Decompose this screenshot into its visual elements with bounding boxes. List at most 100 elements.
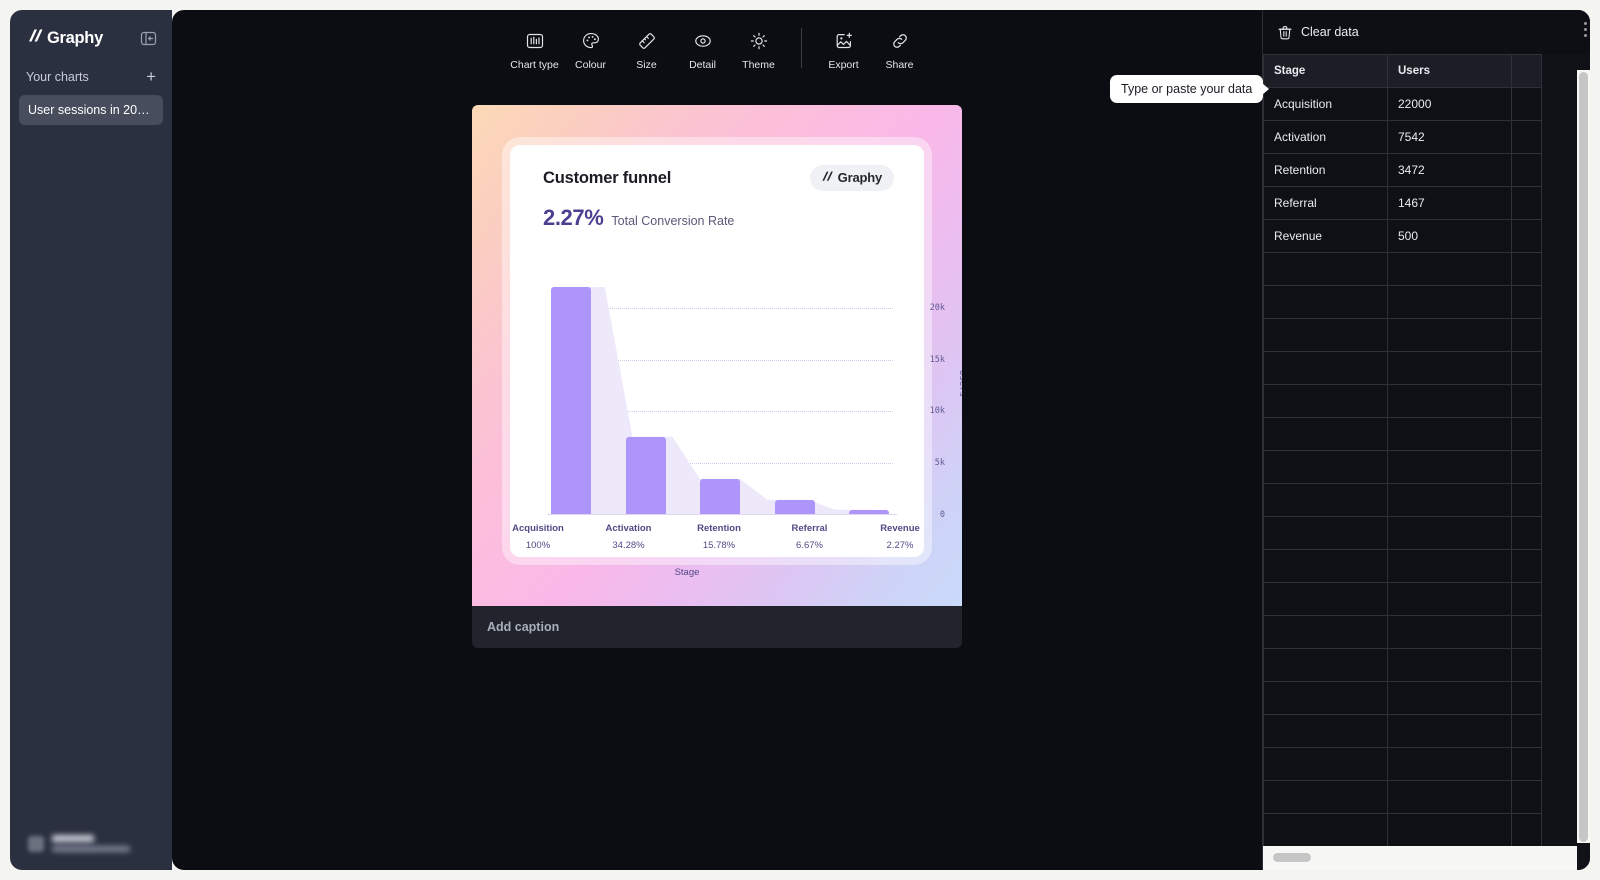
table-cell-empty[interactable] — [1387, 318, 1512, 352]
table-cell-empty[interactable] — [1387, 252, 1512, 286]
table-cell-empty[interactable] — [1511, 747, 1542, 781]
table-cell[interactable] — [1511, 219, 1542, 253]
table-cell-empty[interactable] — [1511, 351, 1542, 385]
table-cell-empty[interactable] — [1511, 681, 1542, 715]
table-cell-empty[interactable] — [1263, 417, 1388, 451]
table-cell-empty[interactable] — [1263, 648, 1388, 682]
table-cell-empty[interactable] — [1387, 747, 1512, 781]
caption-input[interactable]: Add caption — [472, 606, 962, 648]
toolbar-button-share[interactable]: Share — [872, 26, 928, 71]
clear-data-button[interactable]: Clear data — [1263, 10, 1590, 54]
table-cell[interactable]: Activation — [1263, 120, 1388, 154]
bar-slot — [551, 287, 591, 515]
table-cell-empty[interactable] — [1387, 516, 1512, 550]
table-cell-empty[interactable] — [1263, 681, 1388, 715]
toolbar-button-chart-type[interactable]: Chart type — [507, 26, 563, 71]
table-cell-empty[interactable] — [1511, 384, 1542, 418]
table-cell-empty[interactable] — [1511, 318, 1542, 352]
table-cell[interactable]: Referral — [1263, 186, 1388, 220]
table-cell[interactable]: 3472 — [1387, 153, 1512, 187]
table-cell-empty[interactable] — [1511, 450, 1542, 484]
table-cell[interactable]: 22000 — [1387, 87, 1512, 121]
toolbar-button-size[interactable]: Size — [619, 26, 675, 71]
horizontal-scrollbar[interactable] — [1263, 846, 1577, 870]
table-cell-empty[interactable] — [1511, 285, 1542, 319]
table-cell-empty[interactable] — [1387, 714, 1512, 748]
table-cell-empty[interactable] — [1263, 483, 1388, 517]
table-cell-empty[interactable] — [1387, 615, 1512, 649]
table-cell-empty[interactable] — [1511, 714, 1542, 748]
vertical-scrollbar[interactable] — [1577, 70, 1590, 843]
table-cell-empty[interactable] — [1263, 813, 1388, 847]
bar[interactable] — [700, 479, 740, 515]
table-cell-empty[interactable] — [1263, 252, 1388, 286]
toolbar-button-theme[interactable]: Theme — [731, 26, 787, 71]
panel-collapse-icon[interactable] — [138, 28, 158, 48]
table-column-header[interactable] — [1511, 54, 1542, 88]
toolbar-button-export[interactable]: Export — [816, 26, 872, 71]
toolbar-button-detail[interactable]: Detail — [675, 26, 731, 71]
table-cell-empty[interactable] — [1263, 351, 1388, 385]
table-cell-empty[interactable] — [1263, 450, 1388, 484]
bar[interactable] — [551, 287, 591, 515]
table-cell-empty[interactable] — [1387, 648, 1512, 682]
table-cell[interactable]: 500 — [1387, 219, 1512, 253]
y-axis-tick-label: 15k — [929, 354, 945, 365]
table-cell-empty[interactable] — [1263, 384, 1388, 418]
table-cell[interactable]: 1467 — [1387, 186, 1512, 220]
table-cell-empty[interactable] — [1387, 351, 1512, 385]
table-cell-empty[interactable] — [1387, 813, 1512, 847]
toolbar-button-colour[interactable]: Colour — [563, 26, 619, 71]
table-cell[interactable] — [1511, 120, 1542, 154]
table-cell-empty[interactable] — [1387, 285, 1512, 319]
table-cell[interactable]: 7542 — [1387, 120, 1512, 154]
table-cell-empty[interactable] — [1511, 648, 1542, 682]
table-cell-empty[interactable] — [1263, 516, 1388, 550]
table-cell-empty[interactable] — [1511, 582, 1542, 616]
table-column-header[interactable]: Stage — [1263, 54, 1388, 88]
table-cell-empty[interactable] — [1511, 516, 1542, 550]
table-cell-empty[interactable] — [1387, 582, 1512, 616]
table-cell-empty[interactable] — [1387, 681, 1512, 715]
table-cell-empty[interactable] — [1263, 747, 1388, 781]
table-cell-empty[interactable] — [1387, 780, 1512, 814]
user-profile[interactable] — [10, 821, 172, 870]
table-cell-empty[interactable] — [1263, 285, 1388, 319]
table-cell-empty[interactable] — [1263, 714, 1388, 748]
table-cell-empty[interactable] — [1511, 780, 1542, 814]
table-cell[interactable]: Acquisition — [1263, 87, 1388, 121]
chart-card[interactable]: Customer funnel Graphy 2.27% Total Conve… — [472, 105, 962, 638]
table-cell-empty[interactable] — [1387, 483, 1512, 517]
conversion-percent-label: 6.67% — [796, 540, 823, 551]
table-cell-empty[interactable] — [1387, 417, 1512, 451]
table-cell[interactable] — [1511, 153, 1542, 187]
table-cell-empty[interactable] — [1263, 615, 1388, 649]
table-cell[interactable]: Revenue — [1263, 219, 1388, 253]
table-cell-empty[interactable] — [1263, 549, 1388, 583]
vertical-scrollbar-thumb[interactable] — [1579, 72, 1588, 842]
bar[interactable] — [774, 499, 815, 515]
table-cell-empty[interactable] — [1263, 582, 1388, 616]
table-cell-empty[interactable] — [1511, 417, 1542, 451]
table-cell[interactable] — [1511, 186, 1542, 220]
sidebar-item-chart[interactable]: User sessions in 2021 ... — [19, 95, 163, 125]
table-cell-empty[interactable] — [1387, 384, 1512, 418]
main-canvas: Chart type Colour Size Detail Theme Expo… — [172, 10, 1590, 870]
plus-icon[interactable]: + — [144, 68, 158, 85]
table-row-empty — [1263, 648, 1542, 682]
horizontal-scrollbar-thumb[interactable] — [1273, 853, 1311, 862]
table-cell-empty[interactable] — [1263, 780, 1388, 814]
table-cell-empty[interactable] — [1511, 615, 1542, 649]
table-cell[interactable]: Retention — [1263, 153, 1388, 187]
table-cell[interactable] — [1511, 87, 1542, 121]
table-cell-empty[interactable] — [1263, 318, 1388, 352]
table-cell-empty[interactable] — [1387, 450, 1512, 484]
table-cell-empty[interactable] — [1511, 549, 1542, 583]
bar[interactable] — [625, 436, 666, 515]
table-cell-empty[interactable] — [1511, 813, 1542, 847]
drag-grip-icon[interactable] — [1584, 22, 1587, 37]
table-cell-empty[interactable] — [1387, 549, 1512, 583]
table-column-header[interactable]: Users — [1387, 54, 1512, 88]
table-cell-empty[interactable] — [1511, 252, 1542, 286]
table-cell-empty[interactable] — [1511, 483, 1542, 517]
